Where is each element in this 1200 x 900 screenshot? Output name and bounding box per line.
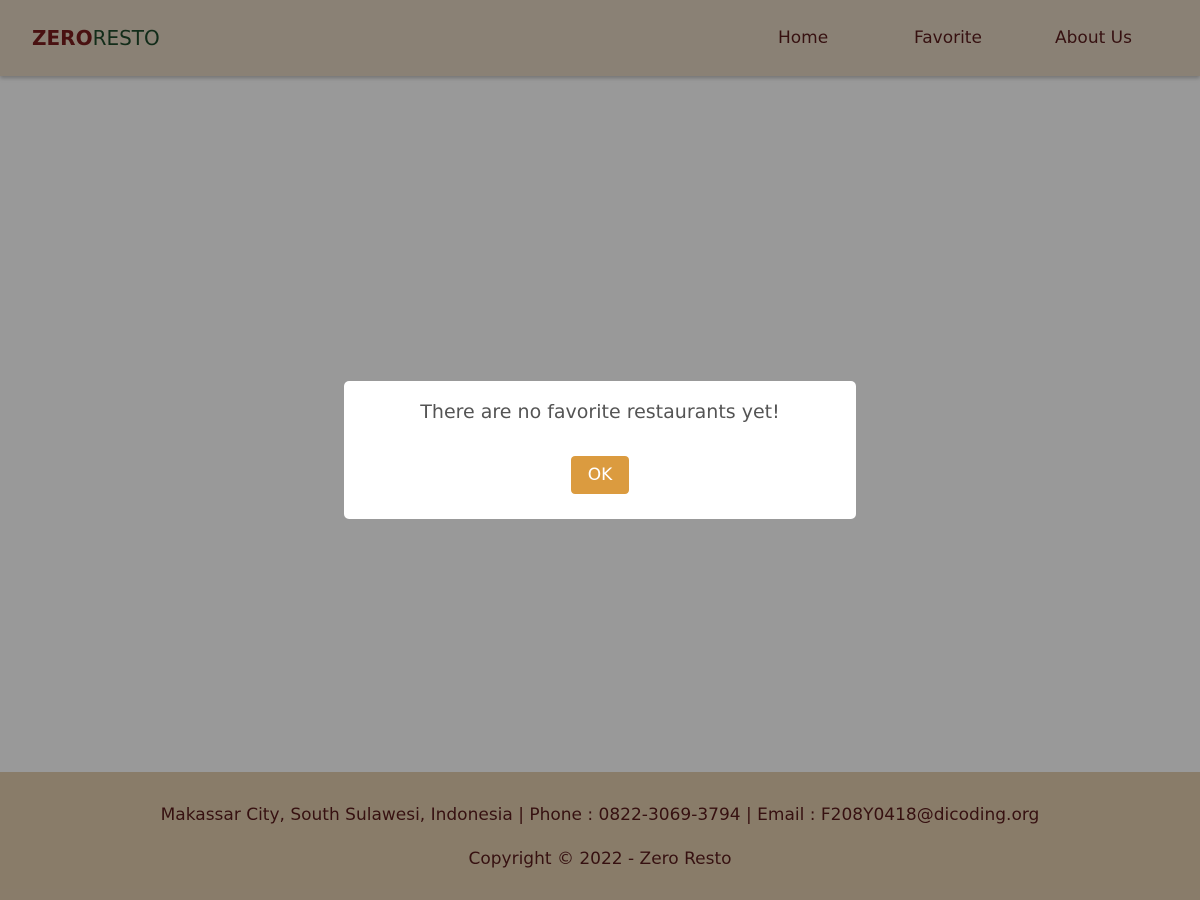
ok-button[interactable]: OK: [571, 456, 629, 494]
alert-message: There are no favorite restaurants yet!: [420, 401, 780, 423]
alert-dialog: There are no favorite restaurants yet! O…: [344, 381, 856, 519]
